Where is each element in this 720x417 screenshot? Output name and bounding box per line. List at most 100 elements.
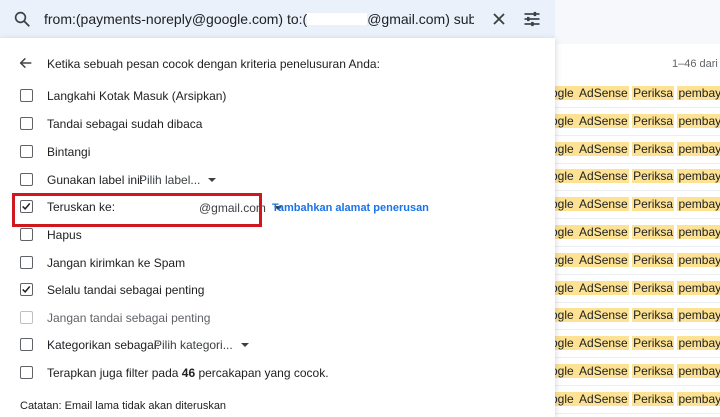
- dropdown-caret-icon: [208, 178, 217, 182]
- email-snippet: ogle AdSense Periksa pembay...: [550, 141, 720, 156]
- filter-option[interactable]: Jangan tandai sebagai penting: [20, 308, 540, 328]
- email-row[interactable]: ogle AdSense Periksa pembay...: [540, 358, 720, 386]
- snippet-match: pembay...: [677, 336, 720, 351]
- snippet-match: pembay...: [677, 141, 720, 156]
- filter-heading: Ketika sebuah pesan cocok dengan kriteri…: [47, 57, 380, 71]
- checkbox[interactable]: [20, 117, 33, 130]
- email-snippet: ogle AdSense Periksa pembay...: [550, 113, 720, 128]
- email-row[interactable]: ogle AdSense Periksa pembay...: [540, 80, 720, 108]
- snippet-match: Periksa: [632, 225, 675, 239]
- email-snippet: ogle AdSense Periksa pembay...: [550, 391, 720, 406]
- close-icon[interactable]: [489, 9, 509, 29]
- forward-note: Catatan: Email lama tidak akan diteruska…: [20, 400, 227, 412]
- search-input[interactable]: from:(payments-noreply@google.com) to:( @…: [44, 11, 474, 27]
- result-count: 1–46 dari 46: [672, 58, 720, 70]
- snippet-match: Periksa: [632, 252, 675, 267]
- email-row[interactable]: ogle AdSense Periksa pembay...: [540, 219, 720, 247]
- filter-option[interactable]: Selalu tandai sebagai penting: [20, 280, 540, 300]
- email-row[interactable]: ogle AdSense Periksa pembay...: [540, 275, 720, 303]
- option-dropdown[interactable]: Pilih kategori...: [154, 338, 249, 352]
- snippet-match: pembay...: [677, 308, 720, 323]
- snippet-match: pembay...: [677, 225, 720, 239]
- snippet-match: AdSense: [578, 169, 629, 184]
- checkbox[interactable]: [20, 338, 33, 351]
- snippet-match: pembay...: [677, 113, 720, 128]
- snippet-match: AdSense: [578, 391, 629, 406]
- snippet-match: AdSense: [578, 225, 629, 239]
- filter-option-label: Langkahi Kotak Masuk (Arsipkan): [47, 89, 227, 103]
- snippet-match: pembay...: [677, 86, 720, 100]
- snippet-match: AdSense: [578, 252, 629, 267]
- checkbox[interactable]: [20, 228, 33, 241]
- filter-option[interactable]: Tandai sebagai sudah dibaca: [20, 114, 540, 134]
- snippet-match: AdSense: [578, 141, 629, 156]
- filter-option[interactable]: Bintangi: [20, 142, 540, 162]
- check-icon: [22, 286, 31, 294]
- email-row[interactable]: ogle AdSense Periksa pembay...: [540, 191, 720, 220]
- snippet-match: Periksa: [632, 280, 675, 295]
- snippet-match: Periksa: [632, 141, 675, 156]
- search-bar[interactable]: from:(payments-noreply@google.com) to:( @…: [0, 0, 555, 38]
- snippet-match: Periksa: [632, 197, 675, 212]
- checkbox[interactable]: [20, 145, 33, 158]
- filter-option-label: Hapus: [47, 228, 82, 242]
- filter-option-label: Bintangi: [47, 145, 91, 159]
- email-row[interactable]: ogle AdSense Periksa pembay...: [540, 108, 720, 136]
- option-dropdown[interactable]: Pilih label...: [139, 173, 217, 187]
- tune-icon[interactable]: [522, 9, 542, 29]
- search-icon[interactable]: [13, 10, 31, 28]
- snippet-match: AdSense: [578, 280, 629, 295]
- back-arrow-icon[interactable]: [18, 55, 34, 71]
- snippet-match: AdSense: [578, 113, 629, 128]
- snippet-match: Periksa: [632, 364, 675, 378]
- snippet-match: pembay...: [677, 364, 720, 378]
- redacted-email: [307, 13, 368, 25]
- email-snippet: ogle AdSense Periksa pembay...: [550, 336, 720, 351]
- checkbox[interactable]: [20, 256, 33, 269]
- email-row[interactable]: ogle AdSense Periksa pembay...: [540, 136, 720, 164]
- checkbox-checked[interactable]: [20, 283, 33, 296]
- email-row[interactable]: ogle AdSense Periksa pembay...: [540, 386, 720, 414]
- filter-actions-panel: Ketika sebuah pesan cocok dengan kriteri…: [0, 38, 555, 417]
- snippet-match: AdSense: [578, 336, 629, 351]
- email-snippet: ogle AdSense Periksa pembay...: [550, 364, 720, 378]
- snippet-match: AdSense: [578, 364, 629, 378]
- email-row[interactable]: ogle AdSense Periksa pembay...: [540, 330, 720, 359]
- snippet-match: Periksa: [632, 391, 675, 406]
- email-snippet: ogle AdSense Periksa pembay...: [550, 86, 720, 100]
- add-forwarding-address-link[interactable]: Tambahkan alamat penerusan: [272, 202, 429, 214]
- snippet-match: Periksa: [632, 169, 675, 184]
- highlight-annotation-box: [12, 193, 262, 227]
- snippet-match: Periksa: [632, 113, 675, 128]
- email-snippet: ogle AdSense Periksa pembay...: [550, 225, 720, 239]
- snippet-match: pembay...: [677, 169, 720, 184]
- dropdown-caret-icon: [240, 343, 249, 347]
- filter-option-label: Tandai sebagai sudah dibaca: [47, 117, 203, 131]
- filter-option-label: Gunakan label ini:: [47, 173, 144, 187]
- checkbox[interactable]: [20, 311, 33, 324]
- filter-option[interactable]: Terapkan juga filter pada 46 percakapan …: [20, 363, 540, 383]
- snippet-match: AdSense: [578, 308, 629, 323]
- email-row[interactable]: ogle AdSense Periksa pembay...: [540, 163, 720, 192]
- snippet-match: pembay...: [677, 252, 720, 267]
- snippet-match: pembay...: [677, 197, 720, 212]
- filter-option[interactable]: Jangan kirimkan ke Spam: [20, 253, 540, 273]
- snippet-match: pembay...: [677, 391, 720, 406]
- filter-option[interactable]: Langkahi Kotak Masuk (Arsipkan): [20, 86, 540, 106]
- checkbox[interactable]: [20, 366, 33, 379]
- filter-option[interactable]: Kategorikan sebagai: Pilih kategori...: [20, 335, 540, 355]
- email-row[interactable]: ogle AdSense Periksa pembay...: [540, 247, 720, 275]
- filter-option-label: Terapkan juga filter pada 46 percakapan …: [47, 366, 329, 380]
- search-query-part2: @gmail.com) subject:(Go: [367, 11, 474, 27]
- snippet-match: Periksa: [632, 86, 675, 100]
- search-query-part1: from:(payments-noreply@google.com) to:(: [44, 11, 308, 27]
- filter-option[interactable]: Hapus: [20, 225, 540, 245]
- email-row[interactable]: ogle AdSense Periksa pembay...: [540, 302, 720, 331]
- checkbox[interactable]: [20, 173, 33, 186]
- checkbox[interactable]: [20, 89, 33, 102]
- filter-option-label: Selalu tandai sebagai penting: [47, 283, 205, 297]
- dropdown-value: Pilih label...: [139, 173, 201, 187]
- filter-option-label: Jangan tandai sebagai penting: [47, 311, 211, 325]
- filter-option[interactable]: Gunakan label ini: Pilih label...: [20, 170, 540, 190]
- filter-option-label: Jangan kirimkan ke Spam: [47, 256, 186, 270]
